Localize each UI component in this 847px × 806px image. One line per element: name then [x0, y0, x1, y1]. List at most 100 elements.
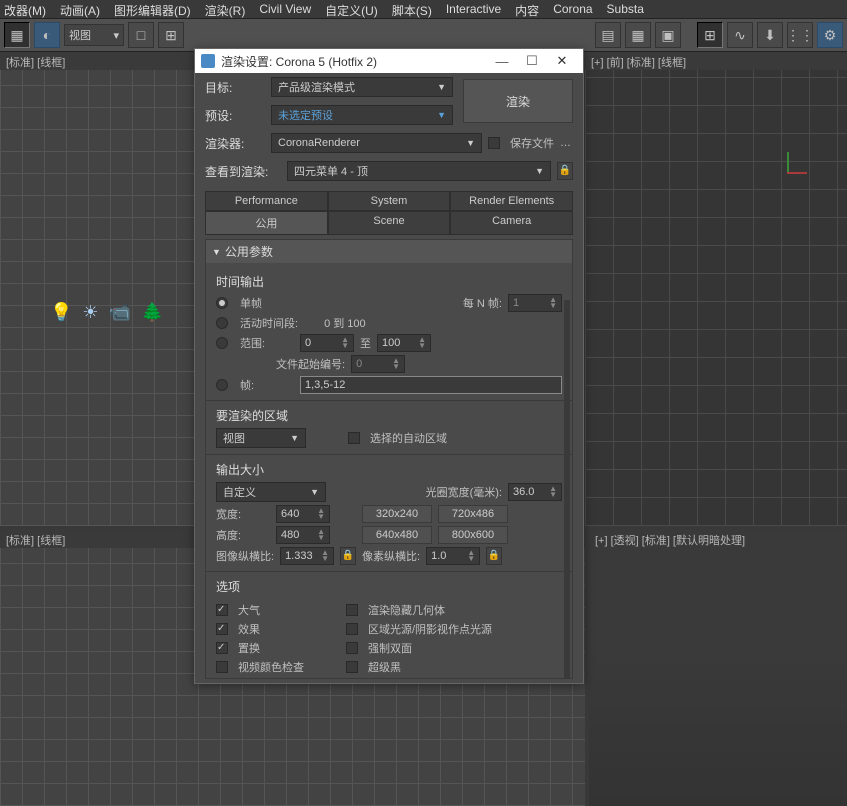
- frames-input[interactable]: 1,3,5-12: [300, 376, 562, 394]
- tab-render-elements[interactable]: Render Elements: [450, 191, 573, 211]
- grid-toggle-icon[interactable]: ⊞: [697, 22, 723, 48]
- single-frame-label: 单帧: [240, 295, 262, 311]
- pixel-aspect-label: 像素纵横比:: [362, 548, 420, 564]
- tab-performance[interactable]: Performance: [205, 191, 328, 211]
- height-spinner[interactable]: 480▲▼: [276, 526, 330, 544]
- tab-common[interactable]: 公用: [205, 211, 328, 235]
- viewport-front[interactable]: [+] [前] [标准] [线框]: [585, 52, 847, 526]
- video-color-check-checkbox[interactable]: [216, 661, 228, 673]
- force-two-sided-checkbox[interactable]: [346, 642, 358, 654]
- atmospherics-checkbox[interactable]: [216, 604, 228, 616]
- rollup-header[interactable]: ▼公用参数: [206, 240, 572, 263]
- selection-filter-icon[interactable]: ▦: [4, 22, 30, 48]
- range-to-spinner[interactable]: 100▲▼: [377, 334, 431, 352]
- radio-single-frame[interactable]: [216, 297, 228, 309]
- radio-range[interactable]: [216, 337, 228, 349]
- pixel-aspect-lock-icon[interactable]: 🔒: [486, 547, 502, 565]
- main-toolbar: ▦ ◐ 视图▾ □ ⊞ ▤ ▦ ▣ ⊞ ∿ ⬇ ⋮⋮ ⚙: [0, 18, 847, 52]
- atmospherics-label: 大气: [238, 602, 260, 618]
- menu-modifiers[interactable]: 改器(M): [4, 2, 46, 16]
- radio-active-segment[interactable]: [216, 317, 228, 329]
- effects-label: 效果: [238, 621, 260, 637]
- viewport-label[interactable]: [标准] [线框]: [6, 532, 65, 548]
- menu-rendering[interactable]: 渲染(R): [205, 2, 246, 16]
- menu-customize[interactable]: 自定义(U): [325, 2, 378, 16]
- auto-region-label: 选择的自动区域: [370, 430, 447, 446]
- menu-corona[interactable]: Corona: [553, 2, 592, 16]
- every-n-spinner[interactable]: 1▲▼: [508, 294, 562, 312]
- rendered-frame-icon[interactable]: ▣: [655, 22, 681, 48]
- output-size-select[interactable]: 自定义▼: [216, 482, 326, 502]
- viewport-label[interactable]: [+] [前] [标准] [线框]: [591, 54, 686, 70]
- camera-icon[interactable]: 📹: [109, 302, 131, 323]
- trees-icon[interactable]: 🌲: [141, 302, 163, 323]
- viewport-label[interactable]: [标准] [线框]: [6, 54, 65, 70]
- curve-editor-icon[interactable]: ∿: [727, 22, 753, 48]
- width-spinner[interactable]: 640▲▼: [276, 505, 330, 523]
- super-black-checkbox[interactable]: [346, 661, 358, 673]
- viewport-label[interactable]: [+] [透视] [标准] [默认明暗处理]: [595, 532, 745, 548]
- panel-scrollbar[interactable]: [564, 300, 570, 679]
- gear-icon[interactable]: ⚙: [817, 22, 843, 48]
- displacement-checkbox[interactable]: [216, 642, 228, 654]
- view-to-render-select[interactable]: 四元菜单 4 - 顶▼: [287, 161, 551, 181]
- video-color-check-label: 视频颜色检查: [238, 659, 304, 675]
- lock-icon[interactable]: 🔒: [557, 162, 573, 180]
- viewport-top-left[interactable]: [标准] [线框] 💡 ☀ 📹 🌲: [0, 52, 194, 526]
- area-lights-checkbox[interactable]: [346, 623, 358, 635]
- preset-640x480[interactable]: 640x480: [362, 526, 432, 544]
- tab-scene[interactable]: Scene: [328, 211, 451, 235]
- crossing-icon[interactable]: ◐: [34, 22, 60, 48]
- menu-scripting[interactable]: 脚本(S): [392, 2, 432, 16]
- image-aspect-lock-icon[interactable]: 🔒: [340, 547, 356, 565]
- menu-graph-editors[interactable]: 图形编辑器(D): [114, 2, 191, 16]
- material-editor-icon[interactable]: ▤: [595, 22, 621, 48]
- aperture-spinner[interactable]: 36.0▲▼: [508, 483, 562, 501]
- active-segment-value: 0 到 100: [324, 315, 366, 331]
- preset-800x600[interactable]: 800x600: [438, 526, 508, 544]
- preset-320x240[interactable]: 320x240: [362, 505, 432, 523]
- download-icon[interactable]: ⬇: [757, 22, 783, 48]
- close-button[interactable]: ✕: [547, 53, 577, 69]
- view-selector[interactable]: 视图▾: [64, 24, 124, 46]
- render-setup-dialog: 渲染设置: Corona 5 (Hotfix 2) — ☐ ✕ 目标: 产品级渲…: [194, 48, 584, 684]
- tab-camera[interactable]: Camera: [450, 211, 573, 235]
- render-hidden-label: 渲染隐藏几何体: [368, 602, 445, 618]
- menu-interactive[interactable]: Interactive: [446, 2, 501, 16]
- axis-gizmo: [787, 152, 817, 182]
- viewport-perspective[interactable]: [+] [透视] [标准] [默认明暗处理]: [589, 530, 847, 806]
- image-aspect-spinner[interactable]: 1.333▲▼: [280, 547, 334, 565]
- maximize-button[interactable]: ☐: [517, 53, 547, 69]
- menu-civil-view[interactable]: Civil View: [259, 2, 311, 16]
- render-setup-icon[interactable]: ▦: [625, 22, 651, 48]
- tab-system[interactable]: System: [328, 191, 451, 211]
- menu-substance[interactable]: Substa: [607, 2, 644, 16]
- menu-content[interactable]: 内容: [515, 2, 539, 16]
- height-label: 高度:: [216, 527, 270, 543]
- dialog-titlebar[interactable]: 渲染设置: Corona 5 (Hotfix 2) — ☐ ✕: [195, 49, 583, 73]
- file-start-spinner[interactable]: 0▲▼: [351, 355, 405, 373]
- renderer-select[interactable]: CoronaRenderer▼: [271, 133, 482, 153]
- render-button[interactable]: 渲染: [463, 79, 573, 123]
- menu-animation[interactable]: 动画(A): [60, 2, 100, 16]
- target-label: 目标:: [205, 79, 265, 96]
- toolbar-btn-a[interactable]: □: [128, 22, 154, 48]
- effects-checkbox[interactable]: [216, 623, 228, 635]
- save-file-checkbox[interactable]: [488, 137, 500, 149]
- image-aspect-label: 图像纵横比:: [216, 548, 274, 564]
- preset-720x486[interactable]: 720x486: [438, 505, 508, 523]
- preset-select[interactable]: 未选定预设▼: [271, 105, 453, 125]
- ellipsis-button[interactable]: …: [560, 137, 571, 149]
- toolbar-btn-b[interactable]: ⊞: [158, 22, 184, 48]
- target-select[interactable]: 产品级渲染模式▼: [271, 77, 453, 97]
- range-from-spinner[interactable]: 0▲▼: [300, 334, 354, 352]
- light-icon[interactable]: 💡: [50, 302, 72, 323]
- auto-region-checkbox[interactable]: [348, 432, 360, 444]
- settings-dots-icon[interactable]: ⋮⋮: [787, 22, 813, 48]
- area-select[interactable]: 视图▼: [216, 428, 306, 448]
- render-hidden-checkbox[interactable]: [346, 604, 358, 616]
- minimize-button[interactable]: —: [487, 54, 517, 69]
- radio-frames[interactable]: [216, 379, 228, 391]
- pixel-aspect-spinner[interactable]: 1.0▲▼: [426, 547, 480, 565]
- sun-icon[interactable]: ☀: [82, 302, 98, 323]
